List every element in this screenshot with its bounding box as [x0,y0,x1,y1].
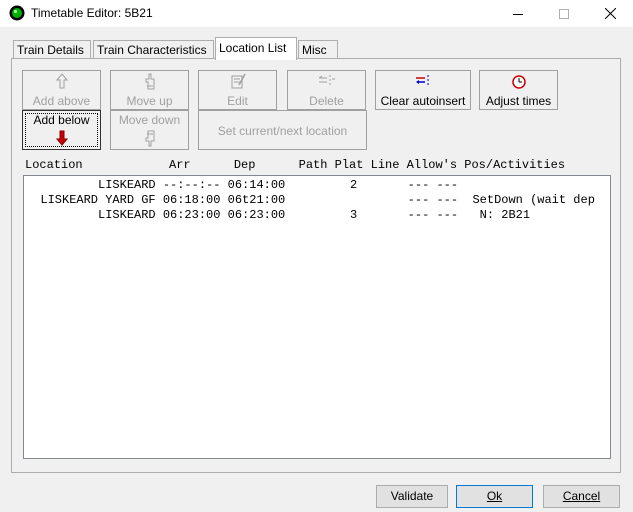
location-listbox[interactable]: LISKEARD --:--:-- 06:14:00 2 --- --- LIS… [23,175,611,459]
add-above-button[interactable]: Add above [22,70,101,110]
adjust-times-button[interactable]: Adjust times [479,70,558,110]
edit-label: Edit [227,94,248,108]
list-row[interactable]: LISKEARD 06:23:00 06:23:00 3 --- --- N: … [26,208,530,223]
location-list-header: Location Arr Dep Path Plat Line Allow's … [25,158,566,172]
clear-autoinsert-button[interactable]: Clear autoinsert [375,70,471,110]
set-current-next-location-button[interactable]: Set current/next location [198,110,367,150]
set-current-next-location-label: Set current/next location [217,124,348,138]
window-title: Timetable Editor: 5B21 [31,6,153,20]
tab-label: Misc [302,43,327,57]
minimize-icon [513,13,523,15]
title-bar[interactable]: Timetable Editor: 5B21 [0,0,633,27]
app-icon [9,5,25,21]
hand-down-icon [145,130,154,147]
delete-row-icon [318,75,335,87]
tab-location-list[interactable]: Location List [215,37,297,60]
edit-icon [231,73,246,89]
tab-label: Location List [219,41,287,55]
clock-icon [511,75,526,89]
move-down-label: Move down [118,113,181,127]
timetable-editor-window: Timetable Editor: 5B21 Train Details Tra… [0,0,633,512]
tab-label: Train Characteristics [97,43,207,57]
cancel-button[interactable]: Cancel [543,485,620,508]
tab-label: Train Details [17,43,84,57]
tab-train-details[interactable]: Train Details [13,40,91,58]
add-above-label: Add above [32,94,91,108]
edit-button[interactable]: Edit [198,70,277,110]
close-icon [604,8,616,19]
add-below-label: Add below [33,113,90,127]
list-row[interactable]: LISKEARD YARD GF 06:18:00 06t21:00 --- -… [26,193,595,208]
delete-label: Delete [309,94,344,108]
close-button[interactable] [587,0,633,27]
list-row[interactable]: LISKEARD --:--:-- 06:14:00 2 --- --- [26,178,458,193]
ok-label: Ok [486,489,503,503]
validate-label: Validate [390,489,434,503]
hand-up-icon [145,73,154,90]
tab-misc[interactable]: Misc [298,40,338,58]
cancel-label: Cancel [562,489,601,503]
validate-button[interactable]: Validate [376,485,448,508]
maximize-button[interactable] [541,0,587,27]
clear-autoinsert-icon [416,75,429,87]
maximize-icon [559,8,569,19]
tab-train-characteristics[interactable]: Train Characteristics [93,40,214,58]
arrow-down-icon [55,130,68,146]
adjust-times-label: Adjust times [485,94,552,108]
add-below-button[interactable]: Add below [22,110,101,150]
clear-autoinsert-label: Clear autoinsert [380,94,466,108]
move-up-button[interactable]: Move up [110,70,189,110]
arrow-up-icon [55,73,68,89]
ok-button[interactable]: Ok [456,485,533,508]
move-up-label: Move up [126,94,173,108]
move-down-button[interactable]: Move down [110,110,189,150]
delete-button[interactable]: Delete [287,70,366,110]
minimize-button[interactable] [495,0,541,27]
